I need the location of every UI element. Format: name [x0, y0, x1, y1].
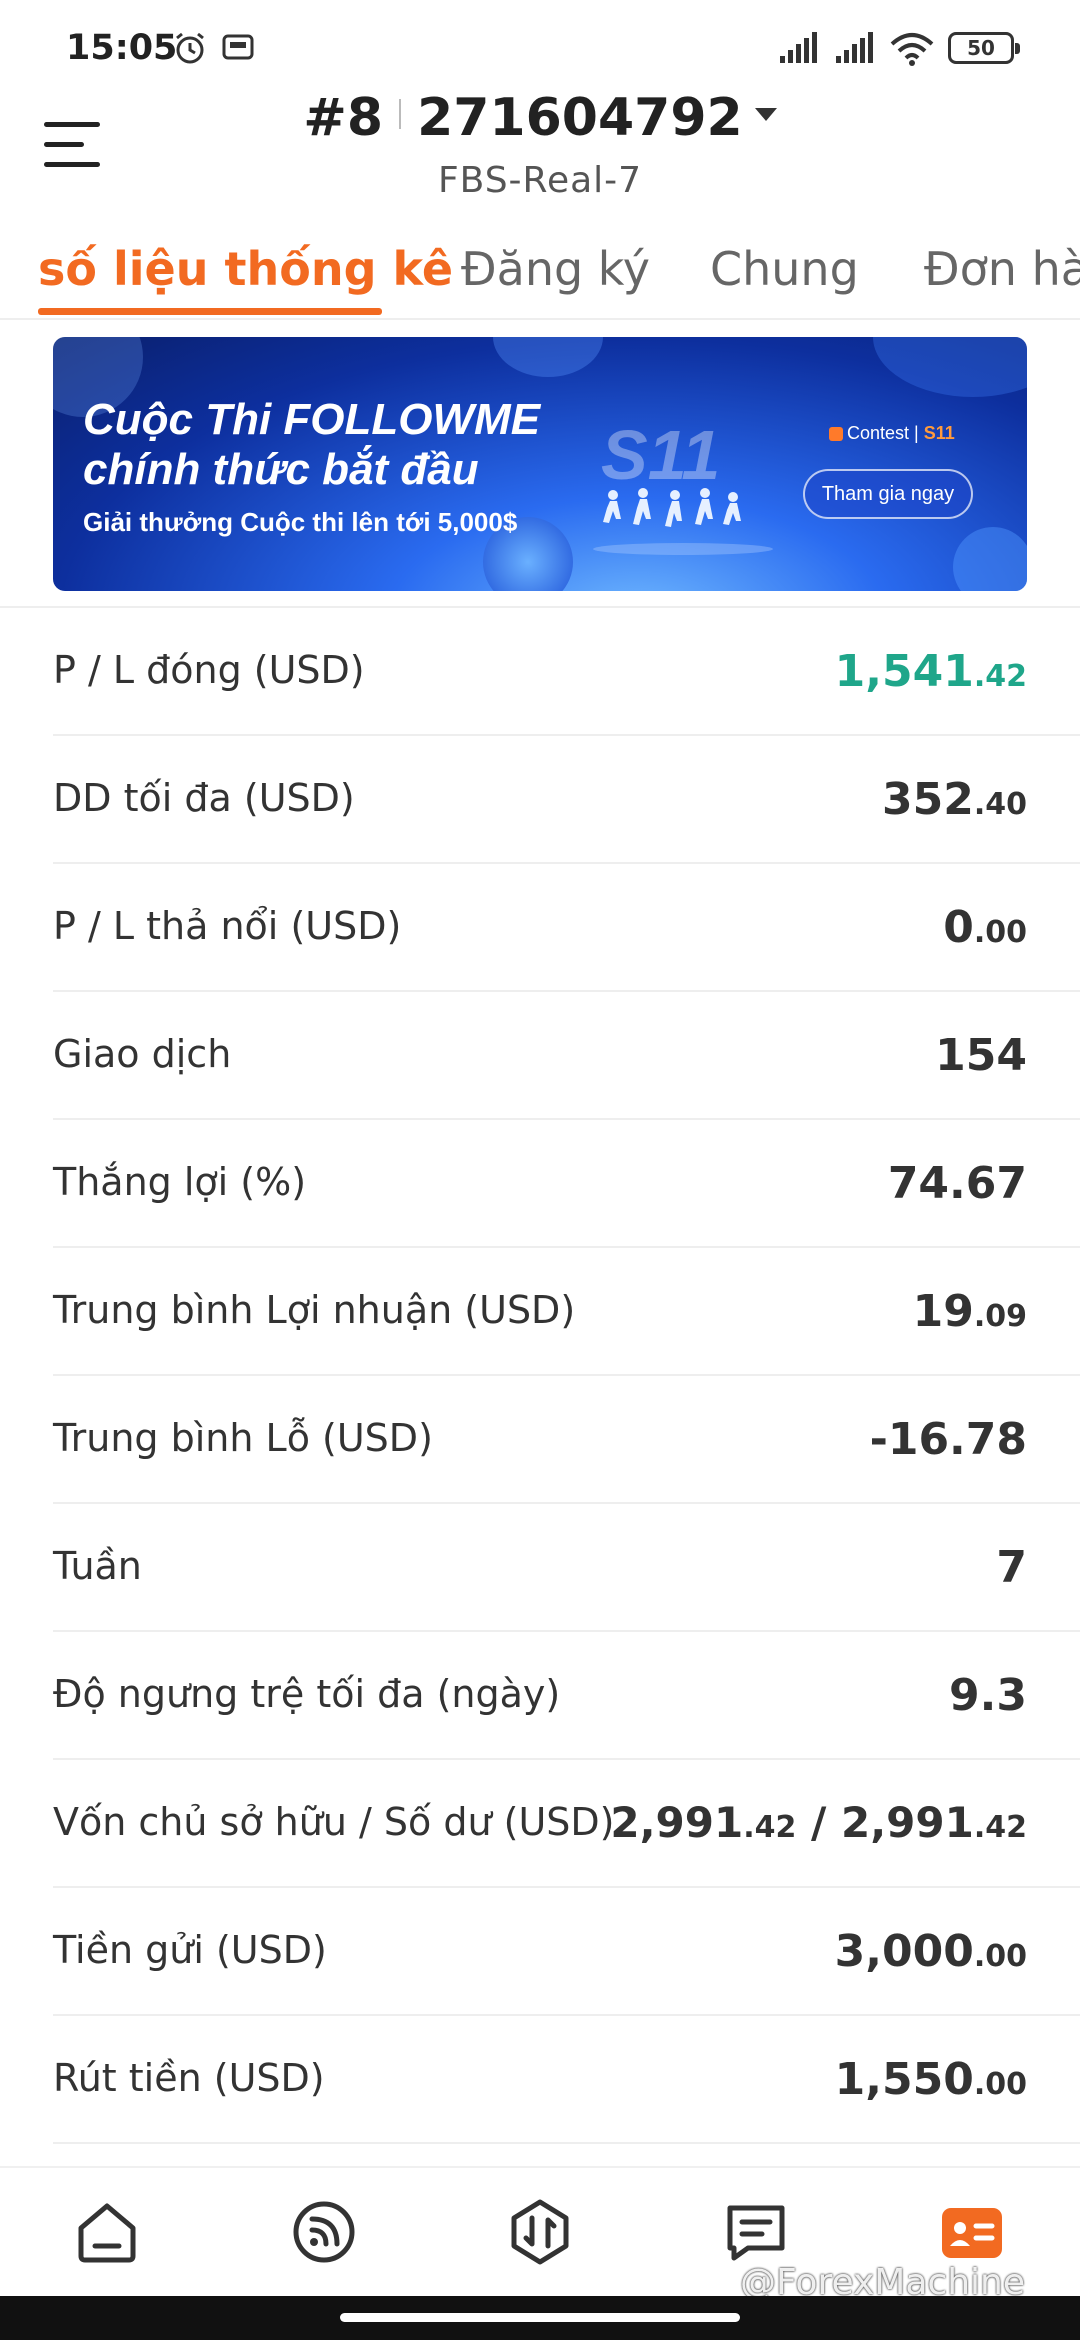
stat-row-avg-profit: Trung bình Lợi nhuận (USD) 19.09: [53, 1248, 1080, 1376]
stats-list: P / L đóng (USD) 1,541.42 DD tối đa (USD…: [0, 608, 1080, 2144]
stat-value: -16.78: [869, 1414, 1027, 1465]
tab-indicator: [38, 308, 382, 315]
wifi-icon: [890, 33, 934, 66]
tab-general[interactable]: Chung: [710, 242, 859, 296]
cassette-icon: [222, 34, 254, 60]
stat-row-avg-loss: Trung bình Lỗ (USD) -16.78: [53, 1376, 1080, 1504]
stat-row-deposits: Tiền gửi (USD) 3,000.00: [53, 1888, 1080, 2016]
stat-row-equity-balance: Vốn chủ sở hữu / Số dư (USD) 2,991.42 / …: [53, 1760, 1080, 1888]
signal-feed-icon[interactable]: [288, 2196, 360, 2268]
join-now-button[interactable]: Tham gia ngay: [803, 469, 973, 519]
stat-label: Vốn chủ sở hữu / Số dư (USD): [53, 1800, 615, 1844]
tab-orders[interactable]: Đơn hàng: [924, 242, 1080, 296]
stat-value: 7: [996, 1542, 1027, 1593]
stat-label: Tuần: [53, 1544, 142, 1588]
runners-illustration: [593, 488, 773, 555]
stat-label: Trung bình Lợi nhuận (USD): [53, 1288, 576, 1332]
stat-value: 352.40: [881, 774, 1027, 825]
signal-icon: [836, 32, 873, 63]
stat-label: Rút tiền (USD): [53, 2056, 325, 2100]
stat-row-weeks: Tuần 7: [53, 1504, 1080, 1632]
contest-logo-icon: [829, 427, 843, 441]
stat-value: 0.00: [943, 902, 1027, 953]
stat-value: 3,000.00: [834, 1926, 1027, 1977]
server-name: FBS-Real-7: [437, 160, 643, 201]
battery-icon: 50: [948, 32, 1020, 64]
contest-banner[interactable]: S11 Cuộc Thi FOLLOWME chính thức bắt đầu…: [53, 337, 1027, 591]
account-index: #8: [303, 88, 384, 148]
stat-value: 1,541.42: [834, 646, 1027, 697]
stat-row-max-stagnation: Độ ngưng trệ tối đa (ngày) 9.3: [53, 1632, 1080, 1760]
trade-icon[interactable]: [504, 2196, 576, 2268]
stat-label: Thắng lợi (%): [53, 1160, 307, 1204]
stat-label: Trung bình Lỗ (USD): [53, 1416, 433, 1460]
stat-value: 9.3: [949, 1670, 1027, 1721]
stat-value: 154: [935, 1030, 1027, 1081]
stat-row-withdrawals: Rút tiền (USD) 1,550.00: [53, 2016, 1080, 2144]
stat-value: 19.09: [912, 1286, 1027, 1337]
signal-icon: [780, 32, 817, 63]
tab-bar: số liệu thống kê Đăng ký Chung Đơn hàng: [0, 232, 1080, 320]
tab-statistics[interactable]: số liệu thống kê: [38, 242, 453, 296]
stat-label: P / L thả nổi (USD): [53, 904, 402, 948]
stat-label: Giao dịch: [53, 1032, 232, 1076]
account-selector[interactable]: #8 271604792: [0, 88, 1080, 148]
stat-label: P / L đóng (USD): [53, 648, 365, 692]
banner-title-1: Cuộc Thi FOLLOWME: [83, 395, 541, 444]
stat-label: Độ ngưng trệ tối đa (ngày): [53, 1672, 561, 1716]
caret-down-icon: [754, 108, 777, 121]
stat-row-win-rate: Thắng lợi (%) 74.67: [53, 1120, 1080, 1248]
stat-value: 2,991.42 / 2,991.42: [610, 1798, 1027, 1847]
stat-label: DD tối đa (USD): [53, 776, 355, 820]
stat-row-trades: Giao dịch 154: [53, 992, 1080, 1120]
status-time: 15:05: [66, 28, 178, 68]
account-card-icon[interactable]: [936, 2196, 1008, 2268]
message-icon[interactable]: [720, 2196, 792, 2268]
stat-row-floating-pl: P / L thả nổi (USD) 0.00: [53, 864, 1080, 992]
contest-label: Contest | S11: [829, 423, 955, 444]
stat-row-closed-pl: P / L đóng (USD) 1,541.42: [53, 608, 1080, 736]
account-number: 271604792: [417, 88, 743, 148]
banner-subtitle: Giải thưởng Cuộc thi lên tới 5,000$: [83, 507, 518, 537]
stat-label: Tiền gửi (USD): [53, 1928, 327, 1972]
alarm-icon: [176, 32, 204, 64]
season-badge: S11: [601, 416, 721, 494]
home-icon[interactable]: [71, 2196, 143, 2268]
home-gesture-handle[interactable]: [340, 2313, 740, 2322]
status-bar: 15:05 50: [0, 0, 1080, 96]
stat-row-max-drawdown: DD tối đa (USD) 352.40: [53, 736, 1080, 864]
tab-subscribe[interactable]: Đăng ký: [461, 242, 650, 296]
stat-value: 74.67: [887, 1158, 1027, 1209]
banner-title-2: chính thức bắt đầu: [83, 445, 479, 494]
stat-value: 1,550.00: [834, 2054, 1027, 2105]
